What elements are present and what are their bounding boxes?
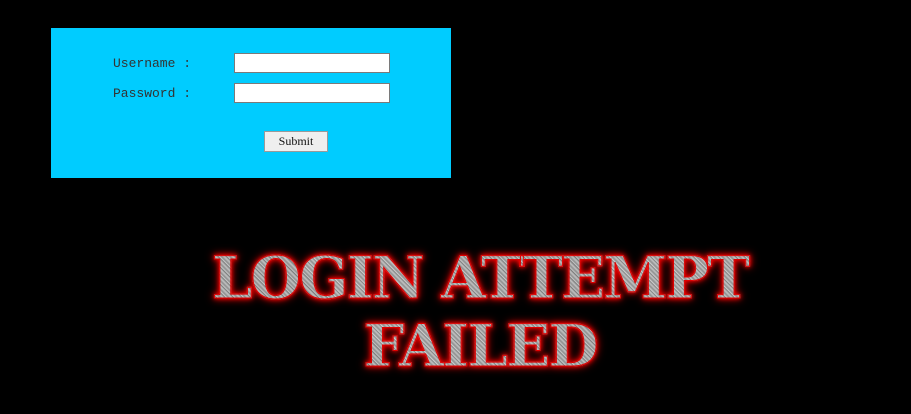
username-label: Username : bbox=[113, 56, 192, 71]
username-input[interactable] bbox=[234, 53, 390, 73]
password-input[interactable] bbox=[234, 83, 390, 103]
login-form-panel: Username : Password : Submit bbox=[51, 28, 451, 178]
submit-button[interactable]: Submit bbox=[264, 131, 328, 152]
login-failed-line-2: FAILED bbox=[363, 312, 599, 381]
password-label: Password : bbox=[113, 86, 192, 101]
login-failed-message: LOGIN ATTEMPT FAILED bbox=[130, 244, 830, 381]
login-failed-line-1: LOGIN ATTEMPT bbox=[211, 244, 750, 313]
